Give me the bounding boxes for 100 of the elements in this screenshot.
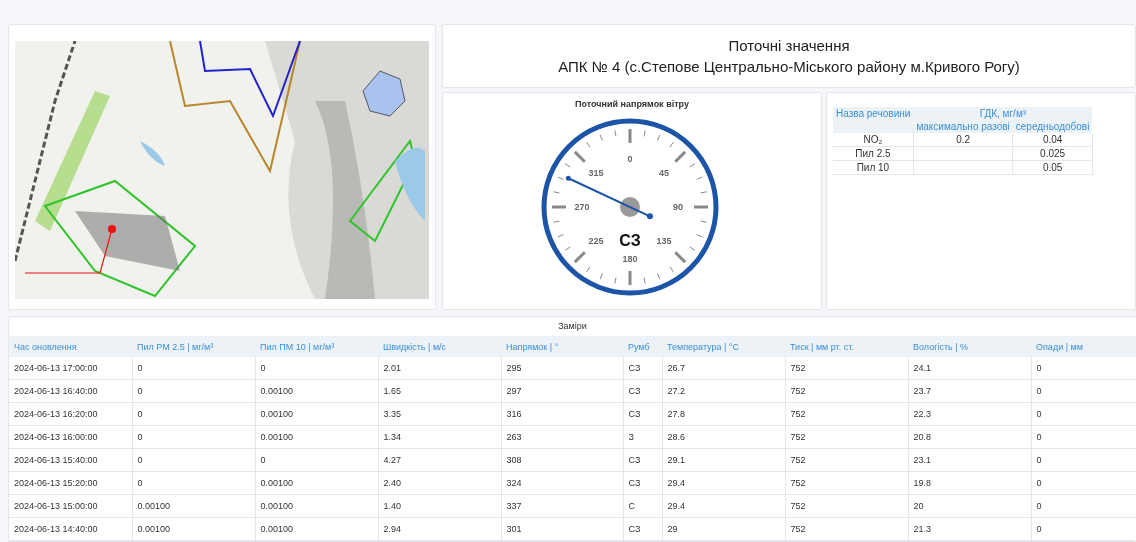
table-cell: 1.65	[378, 379, 501, 403]
column-header[interactable]: Вологість | %	[908, 336, 1031, 357]
table-cell: 0	[1031, 471, 1136, 495]
table-cell: 0.05	[1012, 160, 1093, 175]
column-header: середньодобові	[1012, 120, 1093, 133]
column-header[interactable]: Опади | мм	[1031, 336, 1136, 357]
column-header: Назва речовини	[833, 107, 914, 133]
table-cell: 295	[501, 357, 623, 380]
table-cell: 2.94	[378, 517, 501, 541]
table-cell: 0.00100	[132, 517, 255, 541]
table-cell: NO₂	[833, 133, 914, 147]
column-header: максимально разові	[913, 120, 1013, 133]
table-cell: 2.40	[378, 471, 501, 495]
table-cell: 0.00100	[132, 494, 255, 518]
table-cell: СЗ	[623, 471, 662, 495]
table-cell: 23.1	[908, 448, 1031, 472]
table-cell: 0	[255, 357, 378, 380]
table-cell: 29.1	[662, 448, 785, 472]
column-header[interactable]: Напрямок | °	[501, 336, 623, 357]
dial-label: 45	[658, 168, 669, 179]
table-cell: 19.8	[908, 471, 1031, 495]
table-cell: 0.2	[913, 133, 1013, 147]
table-cell: 308	[501, 448, 623, 472]
table-cell: 0.00100	[255, 494, 378, 518]
table-cell: 2024-06-13 16:00:00	[9, 425, 132, 449]
column-header[interactable]: Час оновлення	[9, 336, 132, 357]
column-header[interactable]: Температура | °C	[662, 336, 785, 357]
table-cell: 0.00100	[255, 517, 378, 541]
table-cell: 2024-06-13 15:40:00	[9, 448, 132, 472]
table-cell: СЗ	[623, 357, 662, 380]
table-cell: 29.4	[662, 471, 785, 495]
table-cell: 752	[785, 517, 908, 541]
dial-label: 225	[588, 235, 604, 246]
table-cell: СЗ	[623, 448, 662, 472]
page-title: Поточні значення	[728, 37, 850, 54]
table-cell: 0.00100	[255, 425, 378, 449]
wind-title: Поточний напрямок вітру	[575, 99, 689, 109]
hub	[620, 197, 640, 217]
table-cell: 2024-06-13 15:00:00	[9, 494, 132, 518]
table-cell: 0	[132, 448, 255, 472]
table-cell: 3.35	[378, 402, 501, 426]
table-cell: 752	[785, 448, 908, 472]
table-cell: 0	[1031, 425, 1136, 449]
table-cell: 0	[1031, 494, 1136, 518]
table-cell: 752	[785, 494, 908, 518]
table-cell: 27.8	[662, 402, 785, 426]
table-cell: 0.00100	[255, 471, 378, 495]
rumb-label: СЗ	[619, 232, 641, 249]
table-cell: 0	[132, 402, 255, 426]
table-cell: З	[623, 425, 662, 449]
table-cell: 0	[255, 448, 378, 472]
table-cell: СЗ	[623, 402, 662, 426]
table-cell: 0.04	[1012, 133, 1093, 147]
table-title: Заміри	[557, 320, 588, 333]
column-header[interactable]: Швидкість | м/с	[378, 336, 501, 357]
column-header[interactable]: Румб	[623, 336, 662, 357]
table-cell: 297	[501, 379, 623, 403]
table-cell: Пил 2.5	[833, 146, 914, 161]
dial-label: 0	[627, 154, 633, 164]
table-cell: 752	[785, 425, 908, 449]
table-cell: 0	[132, 357, 255, 380]
dial-label: 270	[574, 202, 590, 212]
column-header[interactable]: Пил PM 2.5 | мг/м³	[132, 336, 255, 357]
table-cell: 752	[785, 357, 908, 380]
table-cell: С	[623, 494, 662, 518]
table-cell: 0	[1031, 379, 1136, 403]
table-cell: 0	[132, 471, 255, 495]
table-cell: 23.7	[908, 379, 1031, 403]
table-cell: 2024-06-13 16:40:00	[9, 379, 132, 403]
table-cell: 337	[501, 494, 623, 518]
table-cell: 263	[501, 425, 623, 449]
table-cell: 2024-06-13 15:20:00	[9, 471, 132, 495]
table-cell: 0	[132, 425, 255, 449]
table-cell: 752	[785, 402, 908, 426]
table-cell: 4.27	[378, 448, 501, 472]
table-cell: 752	[785, 471, 908, 495]
table-cell: 24.1	[908, 357, 1031, 380]
table-cell: 0.00100	[255, 402, 378, 426]
table-cell: 26.7	[662, 357, 785, 380]
table-cell: 20.8	[908, 425, 1031, 449]
dial-label: 180	[622, 254, 638, 264]
table-cell: 0.00100	[255, 379, 378, 403]
table-cell: 301	[501, 517, 623, 541]
station-name: АПК № 4 (с.Степове Центрально-Міського району м.Кривого Рогу)	[558, 58, 1020, 75]
table-cell: 2024-06-13 17:00:00	[9, 357, 132, 380]
table-cell: 22.3	[908, 402, 1031, 426]
dial-label: 135	[656, 235, 672, 246]
table-cell: 752	[785, 379, 908, 403]
table-cell: 21.3	[908, 517, 1031, 541]
column-header[interactable]: Тиск | мм рт. ст.	[785, 336, 908, 357]
table-cell: 1.40	[378, 494, 501, 518]
table-cell: 2.01	[378, 357, 501, 380]
table-cell: 20	[908, 494, 1031, 518]
table-cell: 28.6	[662, 425, 785, 449]
table-cell: 2024-06-13 14:40:00	[9, 517, 132, 541]
dial-label: 90	[673, 202, 683, 212]
table-cell: 1.34	[378, 425, 501, 449]
table-cell: 29.4	[662, 494, 785, 518]
table-cell: 0	[1031, 448, 1136, 472]
column-header[interactable]: Пил ПМ 10 | мг/м³	[255, 336, 378, 357]
